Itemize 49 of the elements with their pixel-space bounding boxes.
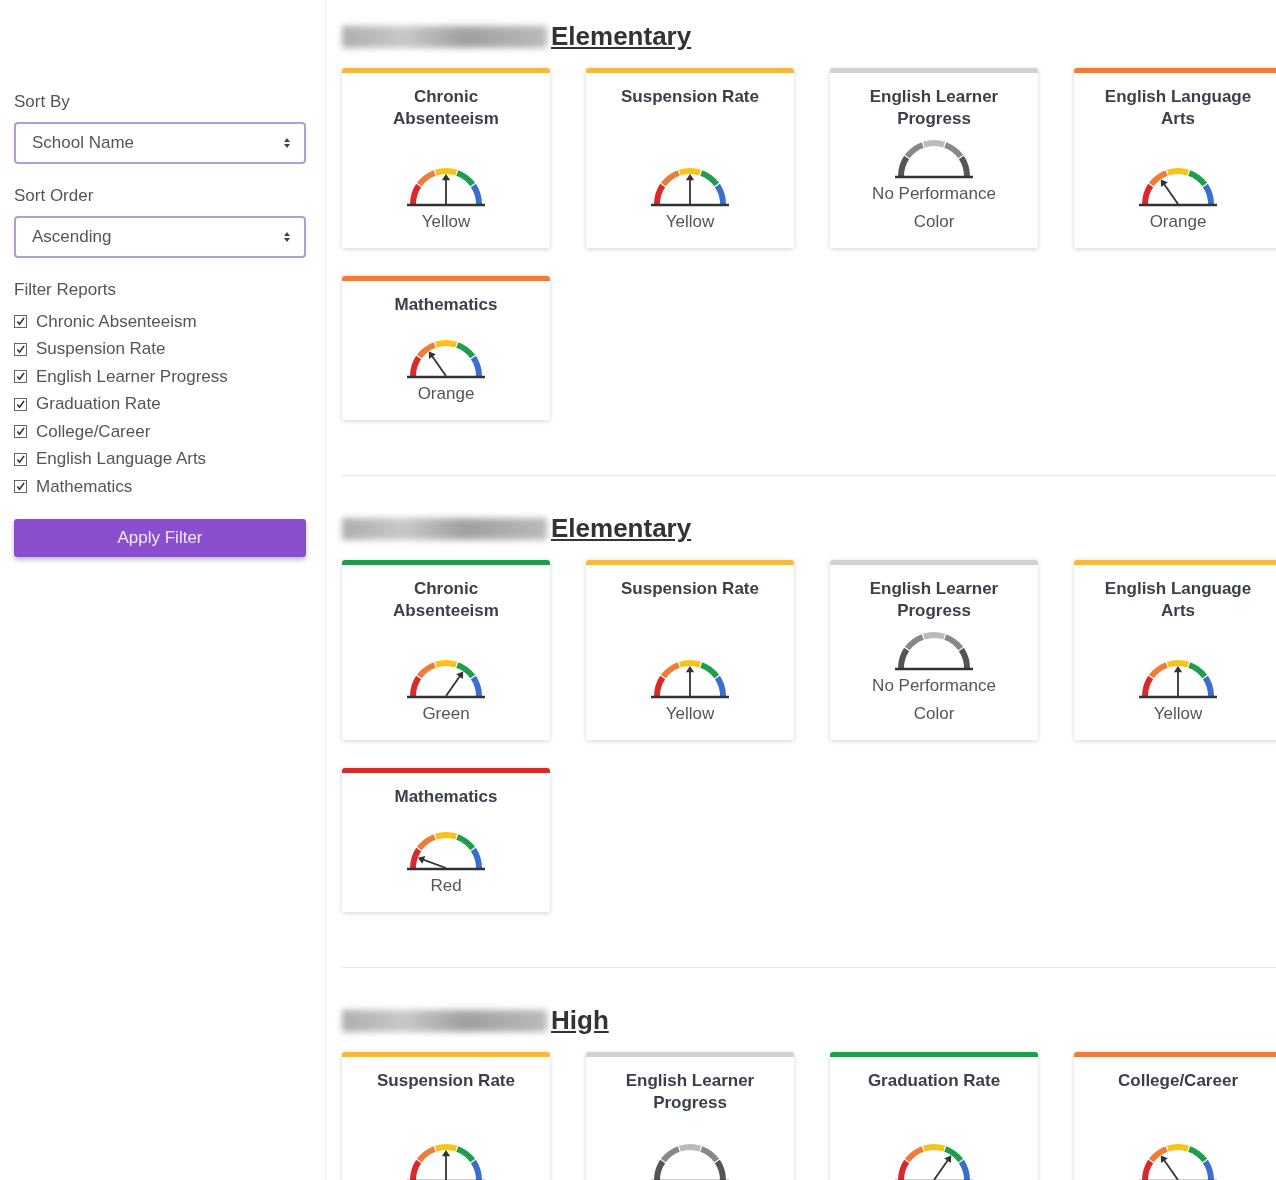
card-title: Graduation Rate [866,1070,1002,1092]
status-label: Orange [417,383,475,405]
status-label: Yellow [1153,703,1203,725]
status-label: Yellow [421,211,471,233]
school-name-link[interactable]: Elementary [551,513,692,544]
status-label: Yellow [665,211,715,233]
status-label: No Performance Color [871,675,997,725]
checkbox[interactable] [14,425,27,439]
sort-by-select[interactable]: School Name [14,122,306,164]
card-title: College/Career [1117,1070,1239,1092]
filter-option[interactable]: Suspension Rate [14,335,306,363]
filter-option[interactable]: English Learner Progress [14,363,306,391]
checkbox[interactable] [14,480,27,494]
card-title: Suspension Rate [620,578,760,600]
card-title: English Language Arts [1103,86,1253,130]
card-title: Mathematics [393,786,499,808]
checkbox[interactable] [14,452,27,466]
sort-order-select[interactable]: Ascending [14,216,306,258]
card-title: Chronic Absenteeism [392,578,500,622]
status-label: No Performance Color [871,183,997,233]
school-name-link[interactable]: Elementary [551,21,692,52]
checkbox[interactable] [14,342,27,356]
status-label: Orange [1149,211,1207,233]
filter-option[interactable]: Graduation Rate [14,390,306,418]
card-title: Chronic Absenteeism [392,86,500,130]
card-title: Mathematics [393,294,499,316]
filter-label: Filter Reports [14,280,118,300]
filter-option[interactable]: College/Career [14,418,306,446]
status-label: Red [430,875,462,897]
checkbox[interactable] [14,397,27,411]
filter-option[interactable]: English Language Arts [14,445,306,473]
card-title: Suspension Rate [376,1070,516,1092]
checkbox[interactable] [14,315,27,329]
status-label: Green [422,703,470,725]
apply-filter-button[interactable]: Apply Filter [14,518,306,557]
updown-icon [284,232,290,242]
status-label: Yellow [665,703,715,725]
card-title: English Language Arts [1103,578,1253,622]
card-title: English Learner Progress [868,86,1000,130]
card-title: English Learner Progress [868,578,1000,622]
field-label: Sort Order [14,186,95,206]
checkbox[interactable] [14,370,27,384]
card-title: Suspension Rate [620,86,760,108]
updown-icon [284,138,290,148]
card-title: English Learner Progress [624,1070,756,1114]
filter-option[interactable]: Chronic Absenteeism [14,308,306,336]
filter-option[interactable]: Mathematics [14,473,306,501]
school-name-link[interactable]: High [551,1005,609,1036]
field-label: Sort By [14,92,71,112]
